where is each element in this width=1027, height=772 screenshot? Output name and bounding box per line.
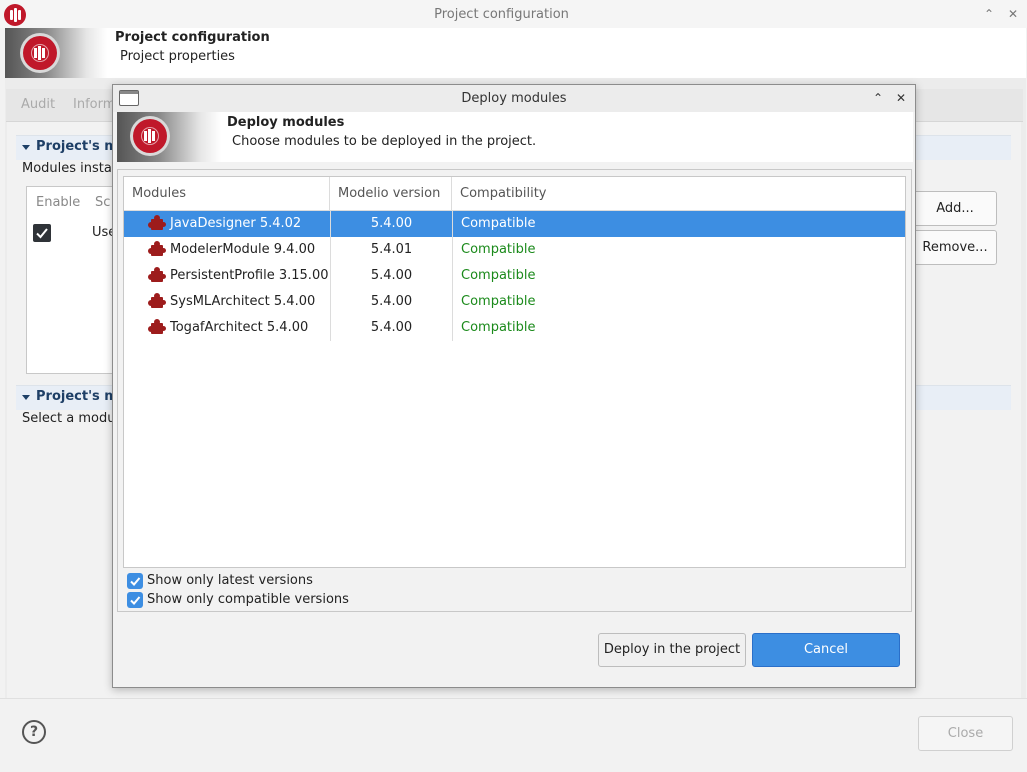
remove-button[interactable]: Remove...: [913, 230, 997, 265]
module-name-cell: JavaDesigner 5.4.02: [124, 211, 330, 237]
cancel-button[interactable]: Cancel: [752, 633, 900, 667]
latest-versions-checkbox[interactable]: [127, 573, 143, 589]
module-compatibility: Compatible: [452, 289, 905, 315]
page-header: Project configuration Project properties: [5, 28, 1026, 78]
help-icon[interactable]: ?: [22, 720, 46, 744]
module-row[interactable]: TogafArchitect 5.4.00 5.4.00 Compatible: [124, 315, 905, 341]
compatible-versions-label[interactable]: Show only compatible versions: [147, 592, 349, 607]
module-compatibility: Compatible: [452, 237, 905, 263]
banner-image: [5, 28, 107, 78]
brand-logo-icon: [23, 36, 57, 70]
window-footer: [0, 698, 1027, 772]
deploy-modules-dialog: Deploy modules ⌃ ✕ Deploy modules Choose…: [112, 84, 916, 688]
module-version: 5.4.01: [330, 237, 452, 263]
brand-logo-icon: [133, 119, 167, 153]
module-name: ModelerModule 9.4.00: [170, 242, 316, 257]
module-row[interactable]: SysMLArchitect 5.4.00 5.4.00 Compatible: [124, 289, 905, 315]
module-puzzle-icon: [148, 267, 166, 285]
module-name: SysMLArchitect 5.4.00: [170, 294, 316, 309]
module-puzzle-icon: [148, 241, 166, 259]
banner-image: [117, 112, 221, 162]
compatible-versions-checkbox[interactable]: [127, 592, 143, 608]
dialog-header-title: Deploy modules: [227, 115, 345, 130]
module-version: 5.4.00: [330, 315, 452, 341]
module-puzzle-icon: [148, 319, 166, 337]
section-description: Modules install: [22, 161, 120, 176]
module-row[interactable]: ModelerModule 9.4.00 5.4.01 Compatible: [124, 237, 905, 263]
module-row[interactable]: JavaDesigner 5.4.02 5.4.00 Compatible: [124, 211, 905, 237]
close-window-icon[interactable]: ✕: [1004, 5, 1022, 23]
maximize-icon[interactable]: ⌃: [869, 89, 887, 107]
window-title: Project configuration: [434, 7, 569, 22]
module-name-cell: SysMLArchitect 5.4.00: [124, 289, 330, 315]
dialog-title: Deploy modules: [461, 91, 567, 106]
module-name: PersistentProfile 3.15.00: [170, 268, 329, 283]
module-name-cell: TogafArchitect 5.4.00: [124, 315, 330, 341]
column-header-version[interactable]: Modelio version: [330, 177, 452, 211]
enable-checkbox[interactable]: [33, 224, 51, 242]
add-button[interactable]: Add...: [913, 191, 997, 226]
module-version: 5.4.00: [330, 263, 452, 289]
module-version: 5.4.00: [330, 211, 452, 237]
module-name: JavaDesigner 5.4.02: [170, 216, 302, 231]
deploy-button[interactable]: Deploy in the project: [598, 633, 746, 667]
column-header-modules[interactable]: Modules: [124, 177, 330, 211]
column-header-compatibility[interactable]: Compatibility: [452, 177, 905, 211]
latest-versions-label[interactable]: Show only latest versions: [147, 573, 313, 588]
module-version: 5.4.00: [330, 289, 452, 315]
modules-table[interactable]: Modules Modelio version Compatibility Ja…: [123, 176, 906, 568]
section-description: Select a modul: [22, 411, 120, 426]
module-puzzle-icon: [148, 215, 166, 233]
module-compatibility: Compatible: [452, 315, 905, 341]
column-header-scope: Sc: [95, 195, 111, 210]
module-name-cell: PersistentProfile 3.15.00: [124, 263, 330, 289]
module-compatibility: Compatible: [452, 211, 905, 237]
dialog-header-subtitle: Choose modules to be deployed in the pro…: [232, 134, 537, 149]
installed-modules-table[interactable]: Enable Sc Use: [26, 186, 116, 374]
module-name: TogafArchitect 5.4.00: [170, 320, 309, 335]
expand-triangle-icon[interactable]: [22, 145, 30, 150]
close-dialog-icon[interactable]: ✕: [892, 89, 910, 107]
module-puzzle-icon: [148, 293, 166, 311]
tab-audit[interactable]: Audit: [21, 97, 55, 112]
module-row[interactable]: PersistentProfile 3.15.00 5.4.00 Compatibl…: [124, 263, 905, 289]
page-subtitle: Project properties: [120, 49, 235, 64]
dialog-header: Deploy modules Choose modules to be depl…: [117, 112, 913, 162]
tab-information[interactable]: Inform: [73, 97, 115, 112]
module-name-cell: ModelerModule 9.4.00: [124, 237, 330, 263]
page-title: Project configuration: [115, 30, 270, 45]
module-compatibility: Compatible: [452, 263, 905, 289]
column-header-enable: Enable: [36, 195, 81, 210]
close-button[interactable]: Close: [918, 716, 1013, 751]
maximize-icon[interactable]: ⌃: [980, 5, 998, 23]
expand-triangle-icon[interactable]: [22, 395, 30, 400]
